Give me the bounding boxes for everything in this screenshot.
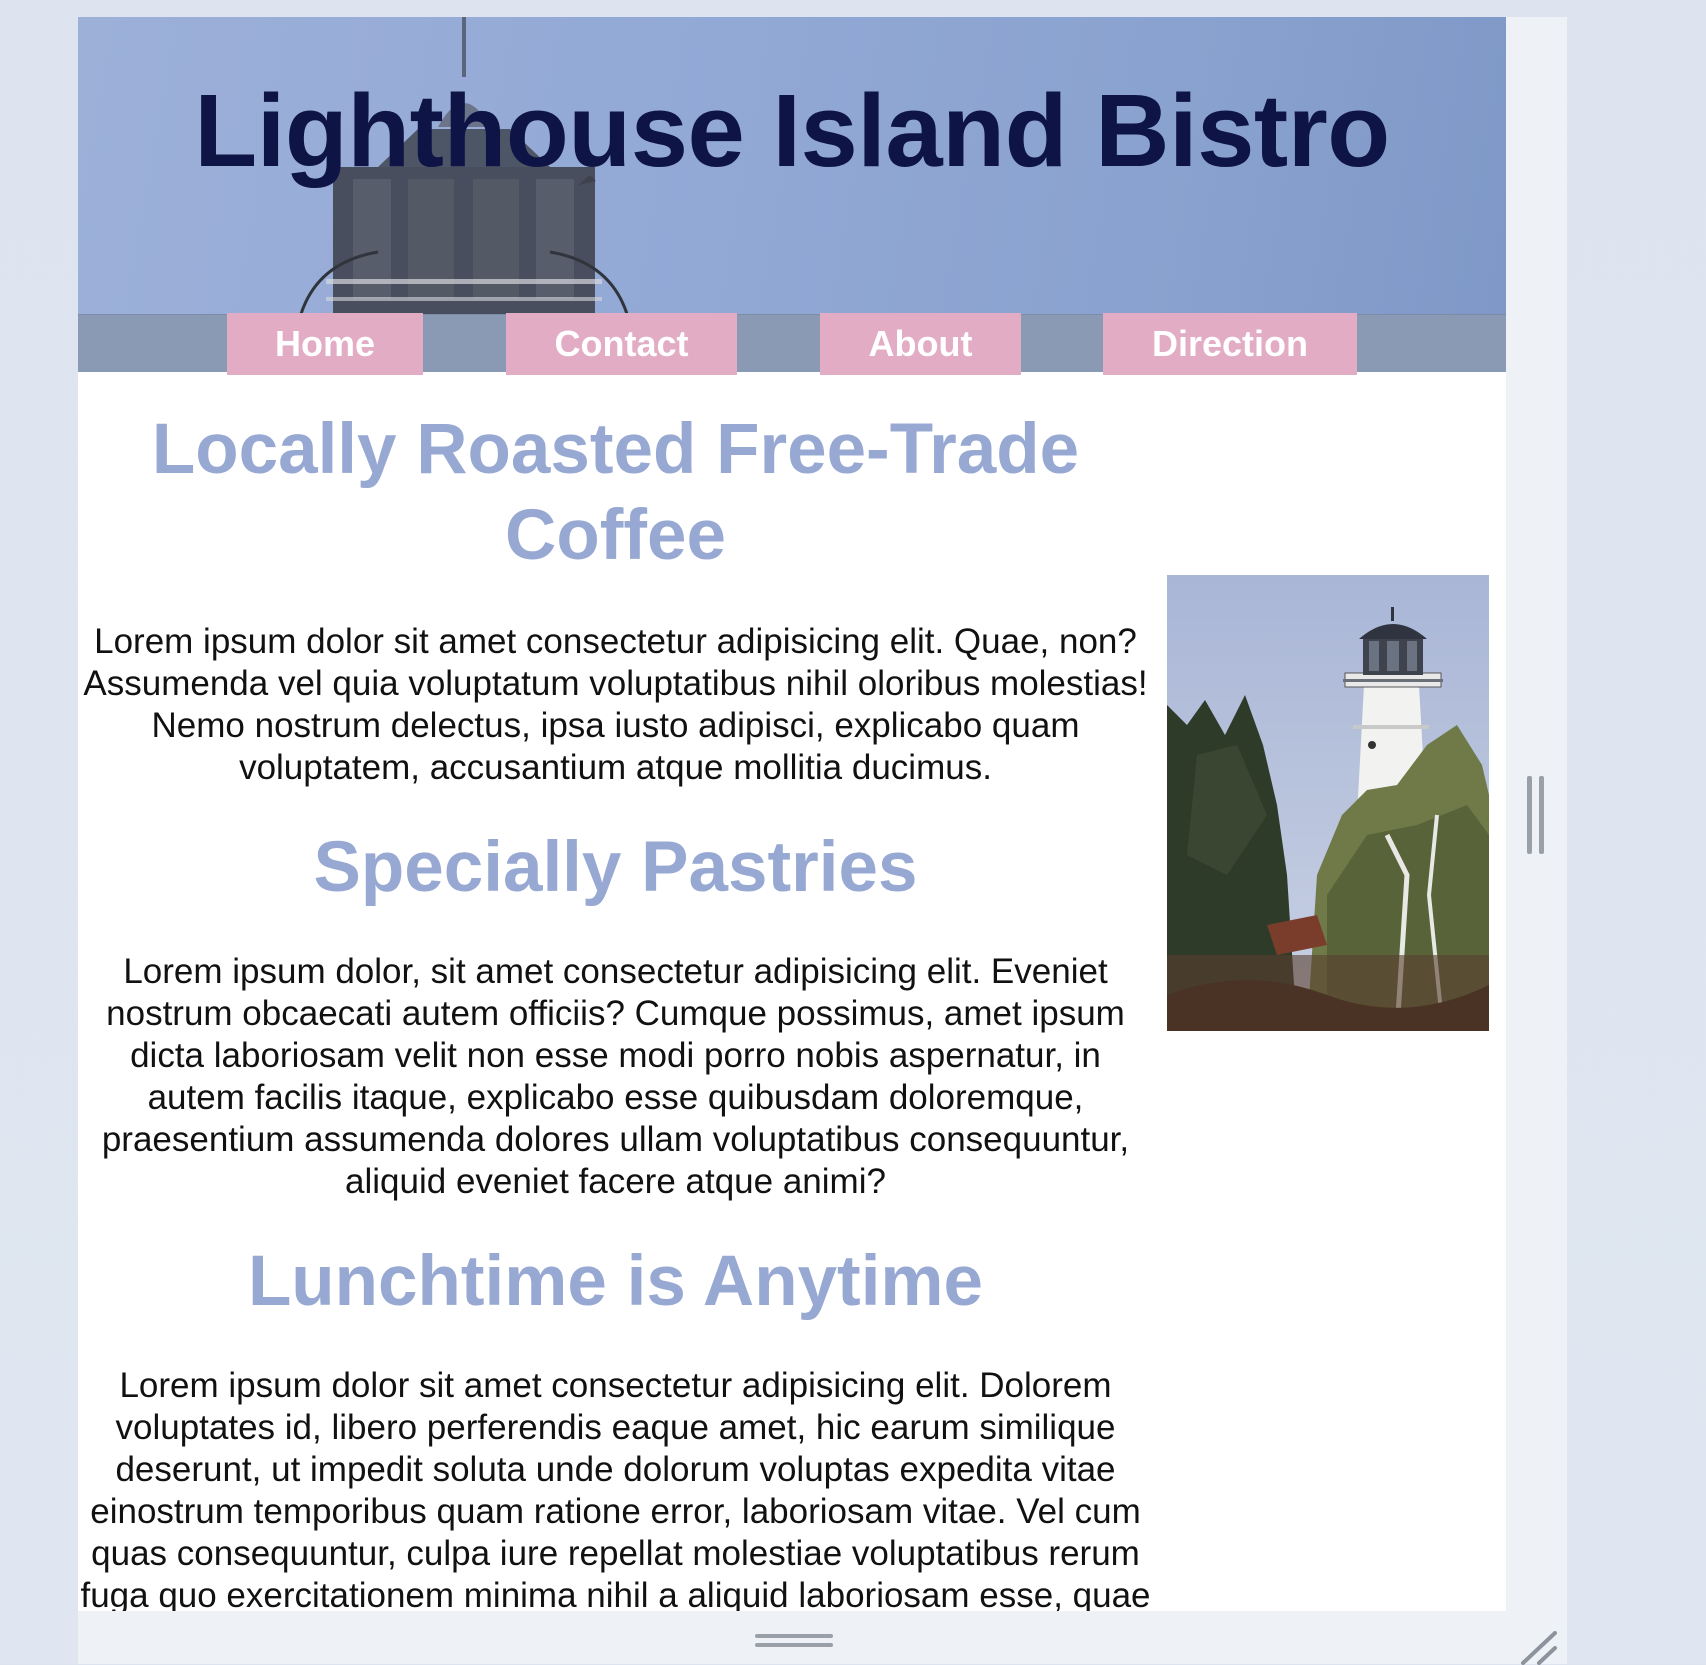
nav-about-link[interactable]: About [820,313,1021,375]
section-heading-coffee: Locally Roasted Free-Trade Coffee [151,410,1080,575]
lighthouse-photo-icon [1167,575,1489,1031]
site-title: Lighthouse Island Bistro [194,73,1390,188]
section-body-lunch: Lorem ipsum dolor sit amet consectetur a… [80,1366,1151,1611]
drag-handle-horizontal-icon[interactable] [755,1634,835,1656]
section-heading-pastries: Specially Pastries [313,828,918,907]
section-body-coffee: Lorem ipsum dolor sit amet consectetur a… [83,622,1148,787]
main-navigation: Home Contact About Direction [78,313,1506,375]
section-body-pastries: Lorem ipsum dolor, sit amet consectetur … [101,952,1130,1201]
nav-home-link[interactable]: Home [227,313,423,375]
lighthouse-photo [1167,575,1489,1031]
drag-handle-vertical-icon[interactable] [1527,776,1549,858]
browser-frame: Lighthouse Island Bistro Home Contact Ab… [78,17,1567,1665]
section-heading-lunch: Lunchtime is Anytime [247,1242,984,1321]
header-banner: Lighthouse Island Bistro [78,17,1506,314]
main-content: Locally Roasted Free-Trade Coffee Lorem … [78,371,1153,1611]
page-viewport[interactable]: Lighthouse Island Bistro Home Contact Ab… [78,17,1506,1611]
resize-corner-icon[interactable] [1519,1629,1559,1665]
nav-contact-link[interactable]: Contact [506,313,737,375]
nav-direction-link[interactable]: Direction [1103,313,1357,375]
